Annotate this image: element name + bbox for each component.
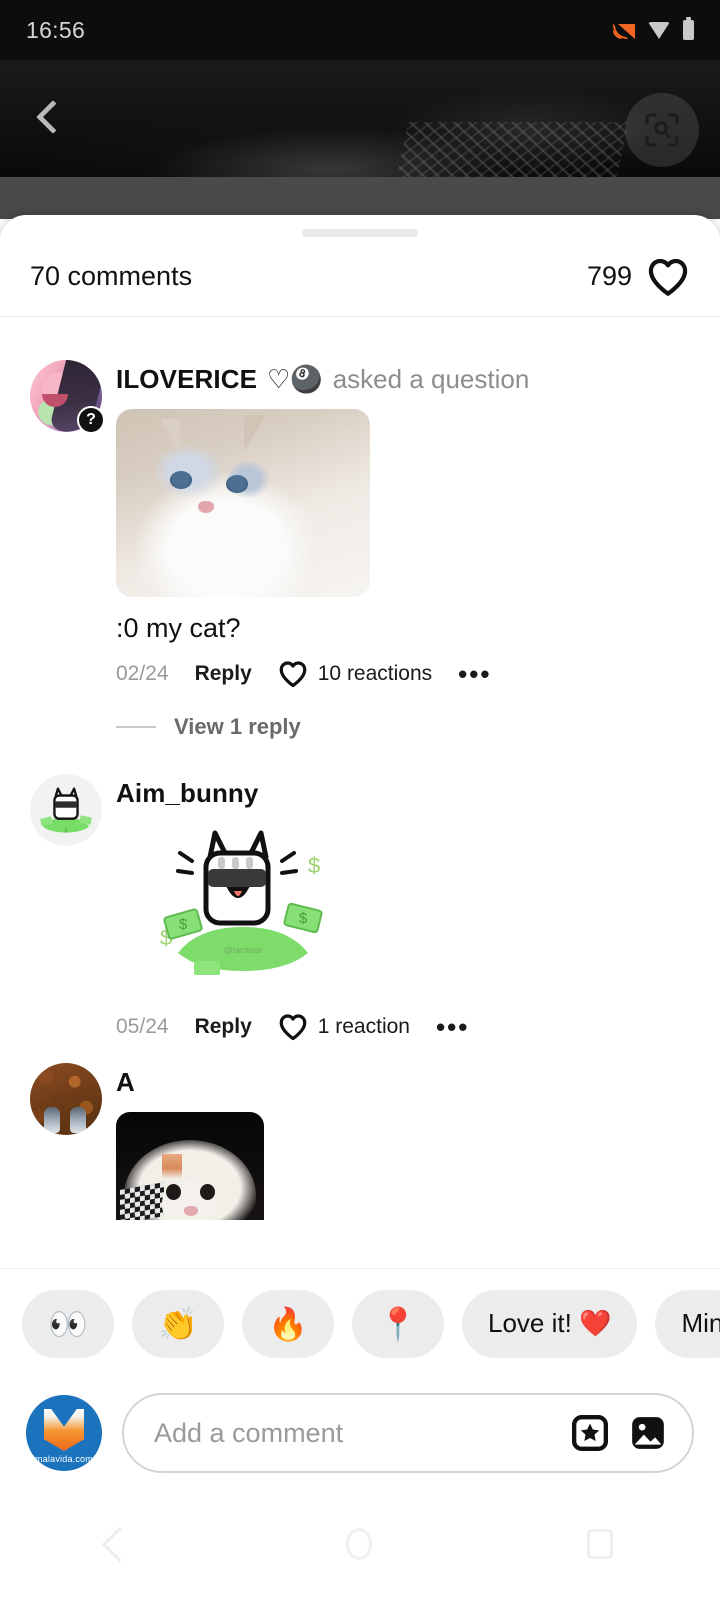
svg-text:$: $: [179, 916, 188, 933]
brand-watermark-label: malavida.com: [35, 1454, 93, 1464]
comment-item[interactable]: ? ILOVERICE ♡🎱 asked a question:0 my ca…: [0, 342, 720, 740]
avatar-column: $: [30, 774, 116, 1041]
view-replies-label[interactable]: View 1 reply: [174, 714, 301, 740]
comment-username[interactable]: A: [116, 1067, 135, 1098]
comment-attachment-photo[interactable]: [116, 1112, 264, 1220]
comment-date: 05/24: [116, 1015, 169, 1038]
view-replies-row[interactable]: View 1 reply: [116, 714, 696, 740]
reply-button[interactable]: Reply: [195, 1015, 252, 1039]
comments-bottom-sheet: 70 comments 799 ? ILOVERICE ♡🎱 asked a q…: [0, 215, 720, 1600]
nav-back-icon[interactable]: [107, 1532, 132, 1557]
comment-attachment-sticker[interactable]: $ $ $ $ @tacitear: [148, 821, 338, 991]
sticker-star-icon[interactable]: [570, 1413, 610, 1453]
money-cat-sticker: $ $ $ $ @tacitear: [160, 830, 323, 975]
comment-name-row: ILOVERICE ♡🎱 asked a question: [116, 360, 696, 395]
comment-name-row: A: [116, 1063, 696, 1098]
comment-username[interactable]: Aim_bunny: [116, 778, 258, 809]
android-navigation-bar: [0, 1488, 720, 1600]
photo-texture: [391, 122, 629, 177]
quick-reaction-clap[interactable]: 👏: [132, 1289, 224, 1358]
reactions-button[interactable]: 10 reactions: [278, 660, 432, 688]
visual-search-icon: [645, 113, 679, 147]
cast-icon: [613, 21, 635, 39]
heart-outline-icon: [279, 1014, 307, 1041]
quick-reaction-eyes[interactable]: 👀: [22, 1289, 114, 1358]
heart-outline-icon: [279, 661, 307, 688]
thread-line: [116, 726, 156, 728]
more-options-icon[interactable]: •••: [436, 1014, 469, 1040]
avatar[interactable]: [30, 1063, 102, 1135]
comment-date: 02/24: [116, 662, 169, 685]
avatar-column: ?: [30, 360, 116, 740]
comment-name-row: Aim_bunny: [116, 774, 696, 809]
status-bar: 16:56: [0, 0, 720, 60]
likes-count-label: 799: [586, 261, 632, 291]
avatar[interactable]: ?: [30, 360, 105, 434]
comment-item[interactable]: $ Aim_bunny $ $ $ $ @tacitear 05/24 Repl…: [0, 740, 720, 1041]
sheet-drag-handle[interactable]: [302, 229, 418, 237]
svg-text:$: $: [308, 853, 320, 878]
battery-icon: [683, 17, 694, 40]
comment-status-label: asked a question: [332, 364, 530, 394]
sheet-scrim: [0, 177, 720, 219]
status-clock: 16:56: [26, 16, 86, 43]
comment-list[interactable]: ? ILOVERICE ♡🎱 asked a question:0 my ca…: [0, 342, 720, 1268]
quick-reaction-fire[interactable]: 🔥: [242, 1289, 334, 1358]
reactions-count-label: 10 reactions: [317, 662, 433, 685]
quick-reaction-love-it[interactable]: Love it! ❤️: [462, 1289, 638, 1358]
image-gallery-icon[interactable]: [628, 1413, 668, 1453]
svg-text:@tacitear: @tacitear: [224, 945, 263, 955]
comment-attachment-photo[interactable]: [116, 409, 370, 597]
quick-reaction-pushpin[interactable]: 📍: [352, 1289, 444, 1358]
reactions-button[interactable]: 1 reaction: [278, 1013, 410, 1041]
comment-body: ILOVERICE ♡🎱 asked a question :0 my cat?…: [116, 360, 696, 740]
comment-meta-row: 02/24 Reply 10 reactions •••: [116, 660, 696, 688]
comment-input-placeholder: Add a comment: [154, 1417, 344, 1448]
likes-group[interactable]: 799: [587, 257, 690, 297]
question-badge-icon: ?: [77, 406, 105, 434]
back-chevron-icon[interactable]: [32, 101, 66, 135]
nav-home-icon[interactable]: [346, 1528, 373, 1560]
comments-header: 70 comments 799: [0, 237, 720, 317]
wifi-icon: [648, 21, 670, 39]
comments-count-label: 70 comments: [30, 261, 193, 291]
svg-text:$: $: [299, 910, 308, 927]
nav-recents-icon[interactable]: [586, 1529, 613, 1559]
svg-text:$: $: [65, 829, 68, 835]
comment-username[interactable]: ILOVERICE: [116, 364, 257, 395]
comment-item[interactable]: A: [0, 1041, 720, 1220]
comment-body: Aim_bunny $ $ $ $ @tacitear 05/24 Reply …: [116, 774, 696, 1041]
malavida-logo-icon: [44, 1409, 84, 1451]
comment-input-field[interactable]: Add a comment: [122, 1393, 694, 1473]
quick-reactions-bar[interactable]: 👀 👏 🔥 📍 Love it! ❤️ Min: [0, 1268, 720, 1378]
username-emoji-suffix: ♡🎱: [267, 364, 323, 394]
cat-photo-image: [116, 409, 370, 597]
status-icon-group: [613, 17, 694, 40]
avatar[interactable]: $: [30, 774, 102, 846]
post-photo: [0, 60, 720, 177]
quick-reaction-mind-blowing[interactable]: Min: [655, 1289, 720, 1358]
user-avatar[interactable]: malavida.com: [26, 1395, 102, 1471]
reactions-count-label: 1 reaction: [317, 1015, 410, 1038]
comment-body: A: [116, 1063, 696, 1220]
money-cat-sticker-icon: $: [40, 787, 92, 835]
phone-screen: 16:56 70 comments 799 ? ILOVERICE ♡🎱 ask…: [0, 0, 720, 1600]
money-cat-avatar-image: $: [30, 774, 102, 846]
comment-meta-row: 05/24 Reply 1 reaction •••: [116, 1013, 696, 1041]
comment-composer[interactable]: malavida.com Add a comment: [0, 1378, 720, 1488]
post-media-region[interactable]: 16:56: [0, 0, 720, 177]
heart-outline-icon[interactable]: [646, 257, 690, 297]
leaves-photo-avatar-image: [30, 1063, 102, 1135]
more-options-icon[interactable]: •••: [458, 661, 491, 687]
avatar-column: [30, 1063, 116, 1220]
comment-text: :0 my cat?: [116, 613, 241, 643]
reply-button[interactable]: Reply: [195, 662, 252, 686]
visual-search-button[interactable]: [625, 93, 699, 167]
